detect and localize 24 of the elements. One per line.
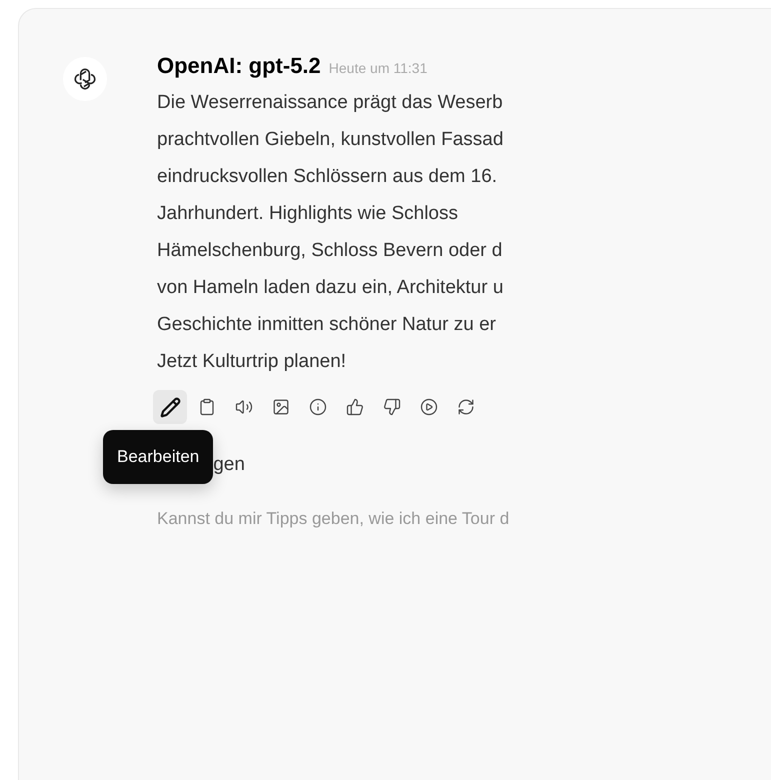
clipboard-icon: [198, 398, 216, 416]
refresh-icon: [457, 398, 475, 416]
message-text: eindrucksvollen Schlössern aus dem 16.: [157, 165, 498, 189]
message-text: Jetzt Kulturtrip planen!: [157, 350, 348, 374]
knot-logo-icon: [72, 66, 98, 92]
thumbs-up-icon: [346, 398, 364, 416]
info-icon: [309, 398, 327, 416]
play-icon: [420, 398, 438, 416]
timestamp: Heute um 11:31: [328, 59, 428, 78]
speaker-icon: [235, 398, 253, 416]
message-text: Jahrhundert. Highlights wie Schloss: [157, 202, 459, 226]
tooltip: Bearbeiten: [103, 430, 214, 484]
edit-button[interactable]: [153, 390, 187, 424]
message-text: von Hameln laden dazu ein, Architektur u: [157, 276, 504, 300]
message-text: prachtvollen Giebeln, kunstvollen Fassad: [157, 128, 504, 152]
thumbs-down-icon: [383, 398, 401, 416]
author-name: OpenAI: gpt-5.2: [157, 52, 321, 80]
suggestion-link[interactable]: Kannst du mir Tipps geben, wie ich eine Tour d: [157, 506, 510, 531]
pencil-icon: [160, 396, 180, 418]
suggestions-heading: gen: [213, 452, 245, 476]
message-text: Hämelschenburg, Schloss Bevern oder d: [157, 239, 504, 263]
message-text: Die Weserrenaissance prägt das Weserb: [157, 91, 504, 115]
image-icon: [272, 398, 290, 416]
message-text: Geschichte inmitten schöner Natur zu er: [157, 313, 497, 337]
